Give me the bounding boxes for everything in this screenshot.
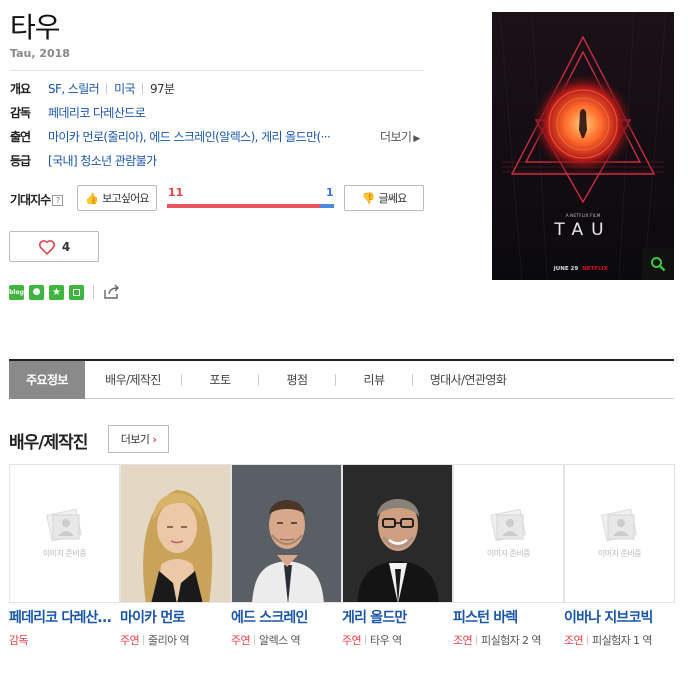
tab-photo[interactable]: 포토: [182, 361, 258, 399]
runtime: 97분: [149, 81, 175, 96]
rating-link[interactable]: [국내] 청소년 관람불가: [48, 152, 157, 169]
blog-share-icon[interactable]: blog: [9, 284, 24, 300]
cast-card[interactable]: 이미지 준비중 이바나 지브코빅 조연 피실험자 1 역: [564, 464, 675, 651]
rating-row: 등급 [국내] 청소년 관람불가: [10, 151, 157, 169]
poster-tagline: A NETFLIX FILM: [566, 213, 601, 219]
image-placeholder-icon: [45, 508, 82, 542]
expect-bar: [167, 204, 334, 208]
cast-photo[interactable]: [342, 464, 453, 603]
country-link[interactable]: 미국: [114, 80, 135, 97]
tab-rating[interactable]: 평점: [259, 361, 335, 399]
zoom-button[interactable]: [642, 248, 674, 280]
share-icon[interactable]: [103, 284, 121, 300]
poster-title: TAU: [553, 220, 611, 240]
cast-name[interactable]: 게리 올드만: [342, 607, 453, 627]
movie-poster[interactable]: A NETFLIX FILM TAU JUNE 29 NETFLIX: [492, 12, 674, 280]
cast-role: 조연 피실험자 1 역: [564, 634, 652, 647]
tab-quotes-related[interactable]: 명대사/연관영화: [413, 361, 523, 399]
cast-card[interactable]: 에드 스크레인 주연 알렉스 역: [231, 464, 342, 651]
actor-photo: [121, 465, 230, 602]
cast-photo[interactable]: [120, 464, 231, 603]
cast-name[interactable]: 피스턴 바렉: [453, 607, 564, 627]
cast-card[interactable]: 마이카 먼로 주연 줄리아 역: [120, 464, 231, 651]
magnifier-icon: [651, 257, 666, 272]
like-button[interactable]: 4: [9, 231, 99, 262]
want-count: 11: [168, 186, 184, 199]
cast-name[interactable]: 페데리코 다레산드로: [9, 607, 120, 627]
divider: [10, 70, 424, 71]
cast-list: 이미지 준비중 페데리코 다레산드로 감독 마이카 먼로 주연 줄리아 역 에드…: [9, 464, 675, 651]
director-link[interactable]: 페데리코 다레산드로: [48, 104, 146, 121]
placeholder-text: 이미지 준비중: [486, 549, 531, 558]
cast-link[interactable]: 마이카 먼로(줄리아), 에드 스크레인(알렉스), 게리 올드만(···: [48, 128, 331, 145]
tab-cast-crew[interactable]: 배우/제작진: [85, 361, 181, 399]
like-count: 4: [61, 239, 71, 254]
image-placeholder-icon: [489, 508, 526, 542]
image-placeholder-icon: [600, 508, 637, 542]
cast-role: 감독: [9, 634, 29, 647]
cast-card[interactable]: 이미지 준비중 페데리코 다레산드로 감독: [9, 464, 120, 651]
cast-name[interactable]: 마이카 먼로: [120, 607, 231, 627]
cast-role: 주연 알렉스 역: [231, 634, 301, 647]
cast-photo-placeholder[interactable]: 이미지 준비중: [564, 464, 675, 603]
cast-role: 주연 줄리아 역: [120, 634, 190, 647]
cast-role: 주연 타우 역: [342, 634, 402, 647]
expect-label: 기대지수?: [10, 191, 64, 208]
cast-card[interactable]: 게리 올드만 주연 타우 역: [342, 464, 453, 651]
actor-photo: [343, 465, 452, 602]
cast-photo[interactable]: [231, 464, 342, 603]
cast-photo-placeholder[interactable]: 이미지 준비중: [453, 464, 564, 603]
cast-more-link[interactable]: 더보기 ▶: [380, 128, 420, 145]
cast-card[interactable]: 이미지 준비중 피스턴 바렉 조연 피실험자 2 역: [453, 464, 564, 651]
overview-key: 개요: [10, 81, 31, 96]
poster-date: JUNE 29: [553, 266, 579, 272]
tab-review[interactable]: 리뷰: [336, 361, 412, 399]
actor-photo: [232, 465, 341, 602]
chevron-right-icon: ›: [152, 432, 157, 446]
cast-name[interactable]: 에드 스크레인: [231, 607, 342, 627]
tab-main-info[interactable]: 주요정보: [9, 360, 85, 399]
want-to-see-button[interactable]: 👍 보고싶어요: [77, 185, 157, 211]
poster-art: A NETFLIX FILM TAU JUNE 29 NETFLIX: [492, 12, 674, 280]
band-share-icon[interactable]: ●: [29, 284, 44, 300]
expect-bar-fill: [167, 204, 321, 208]
memo-share-icon[interactable]: [69, 284, 84, 300]
heart-icon: [38, 239, 55, 255]
cast-more-button[interactable]: 더보기 ›: [108, 425, 169, 453]
cast-role: 조연 피실험자 2 역: [453, 634, 541, 647]
cast-photo-placeholder[interactable]: 이미지 준비중: [9, 464, 120, 603]
movie-subtitle: Tau, 2018: [10, 47, 70, 60]
movie-title: 타우: [10, 11, 61, 44]
placeholder-text: 이미지 준비중: [597, 549, 642, 558]
no-count: 1: [326, 186, 334, 199]
cast-row: 출연 마이카 먼로(줄리아), 에드 스크레인(알렉스), 게리 올드만(···: [10, 127, 331, 145]
cast-name[interactable]: 이바나 지브코빅: [564, 607, 675, 627]
bookmark-share-icon[interactable]: ★: [49, 284, 64, 300]
overview-row: 개요 SF, 스릴러 미국 97분: [10, 79, 175, 97]
not-sure-button[interactable]: 👎 글쎄요: [344, 185, 424, 211]
chevron-right-icon: ▶: [413, 134, 420, 144]
thumbs-down-icon: 👎: [361, 191, 376, 205]
cast-key: 출연: [10, 129, 31, 144]
placeholder-text: 이미지 준비중: [42, 549, 87, 558]
thumbs-up-icon: 👍: [85, 191, 99, 205]
director-key: 감독: [10, 105, 31, 120]
rating-key: 등급: [10, 153, 31, 168]
poster-brand: NETFLIX: [582, 266, 608, 272]
share-row: blog ● ★: [9, 284, 121, 300]
help-icon[interactable]: ?: [52, 195, 64, 206]
cast-section-title: 배우/제작진: [9, 433, 88, 453]
director-row: 감독 페데리코 다레산드로: [10, 103, 146, 121]
genre-link[interactable]: SF, 스릴러: [48, 80, 100, 97]
tab-bar: 주요정보 배우/제작진 포토 평점 리뷰 명대사/연관영화: [9, 359, 674, 399]
